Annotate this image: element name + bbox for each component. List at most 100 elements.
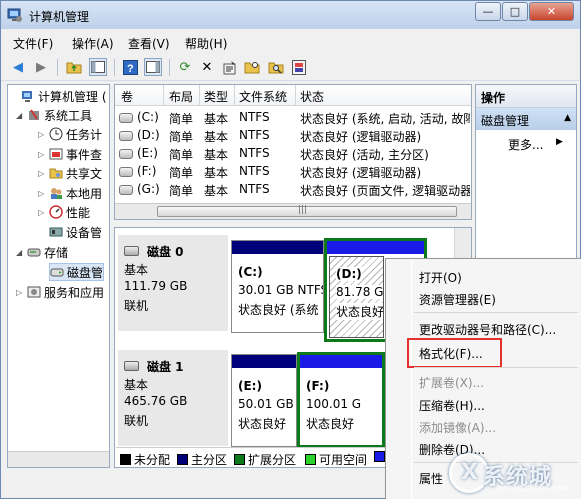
- collapse-arrow-icon[interactable]: ▲: [564, 113, 571, 123]
- tree-item-storage[interactable]: ◢ 存储: [16, 243, 68, 261]
- legend-label: 扩展分区: [248, 453, 297, 467]
- drive-icon: [119, 131, 133, 141]
- scrollbar-grip: |||: [298, 205, 308, 215]
- svg-text:?: ?: [127, 63, 134, 75]
- expand-triangle-icon[interactable]: ▷: [16, 288, 25, 297]
- filesystem-cell: NTFS: [239, 182, 270, 196]
- expand-triangle-icon[interactable]: ▷: [38, 189, 47, 198]
- menu-item-properties[interactable]: 属性: [419, 470, 443, 487]
- column-header-type[interactable]: 类型: [204, 88, 228, 105]
- collapse-triangle-icon[interactable]: ◢: [16, 111, 25, 120]
- expand-triangle-icon[interactable]: ▷: [38, 150, 47, 159]
- menu-view[interactable]: 查看(V): [128, 35, 170, 52]
- volume-row[interactable]: (E:) 简单 基本 NTFS 状态良好 (活动, 主分区): [115, 145, 471, 163]
- maximize-button[interactable]: □: [502, 2, 528, 21]
- partition-status: 状态良好: [306, 417, 355, 431]
- tree-item-performance[interactable]: ▷ 性能: [38, 203, 90, 221]
- actions-header: 操作: [476, 85, 576, 108]
- local-users-icon: [51, 188, 62, 199]
- title-bar[interactable]: 计算机管理 — □ ✕: [1, 1, 580, 29]
- volume-row[interactable]: (G:) 简单 基本 NTFS 状态良好 (页面文件, 逻辑驱动器: [115, 181, 471, 199]
- refresh-icon[interactable]: ⟳: [176, 58, 194, 76]
- menu-bar: 文件(F) 操作(A) 查看(V) 帮助(H): [1, 31, 580, 53]
- column-header-layout[interactable]: 布局: [169, 88, 193, 105]
- tree-item-disk-management[interactable]: 磁盘管: [49, 263, 105, 281]
- tree-item-services-and-apps[interactable]: ▷ 服务和应用: [16, 283, 104, 301]
- menu-item-open[interactable]: 打开(O): [419, 269, 462, 286]
- expand-triangle-icon[interactable]: ▷: [38, 169, 47, 178]
- filesystem-cell: NTFS: [239, 110, 270, 124]
- tree-item-local-users[interactable]: ▷ 本地用: [38, 184, 102, 202]
- show-hide-console-tree-icon[interactable]: [89, 58, 107, 76]
- partition-e[interactable]: (E:) 50.01 GB 状态良好: [231, 354, 297, 447]
- partition-d-selected[interactable]: (D:) 81.78 GB 状态良好: [329, 256, 384, 338]
- tree-item-event-viewer[interactable]: ▷ 事件查: [38, 145, 102, 163]
- menu-file[interactable]: 文件(F): [13, 35, 53, 52]
- partition-status: 状态良好 (系统: [238, 303, 319, 317]
- scrollbar-thumb[interactable]: |||: [157, 205, 457, 217]
- back-arrow-icon[interactable]: ◀: [9, 58, 27, 76]
- status-cell: 状态良好 (逻辑驱动器): [300, 166, 422, 180]
- tree-label: 性能: [66, 205, 91, 220]
- menu-item-extend-volume[interactable]: 扩展卷(X)...: [419, 374, 484, 391]
- tree-item-system-tools[interactable]: ◢ 系统工具: [16, 106, 92, 124]
- expand-triangle-icon[interactable]: ▷: [38, 208, 47, 217]
- toolbar-separator: [57, 59, 58, 76]
- disk-properties-icon[interactable]: [290, 58, 308, 76]
- legend-extended: 扩展分区: [234, 451, 297, 467]
- volume-row[interactable]: (D:) 简单 基本 NTFS 状态良好 (逻辑驱动器): [115, 127, 471, 145]
- legend-label: 未分配: [134, 453, 171, 467]
- tree-item-task-scheduler[interactable]: ▷ 任务计: [38, 125, 102, 143]
- tree-horizontal-scrollbar[interactable]: [8, 451, 109, 467]
- menu-item-shrink-volume[interactable]: 压缩卷(H)...: [419, 397, 485, 414]
- menu-action[interactable]: 操作(A): [72, 35, 114, 52]
- actions-section-label: 磁盘管理: [481, 114, 530, 128]
- properties-icon[interactable]: [220, 58, 238, 76]
- search-icon[interactable]: [267, 58, 285, 76]
- collapse-triangle-icon[interactable]: ◢: [16, 248, 25, 257]
- disk-state: 联机: [124, 414, 149, 428]
- disk-management-icon: [50, 268, 64, 277]
- volume-cell: (C:): [137, 110, 159, 124]
- disk-type: 基本: [124, 263, 149, 277]
- forward-arrow-icon[interactable]: ▶: [32, 58, 50, 76]
- actions-section-disk-management[interactable]: 磁盘管理 ▲: [476, 108, 576, 130]
- open-folder-icon[interactable]: [243, 58, 261, 76]
- minimize-button[interactable]: —: [475, 2, 501, 21]
- disk-type: 基本: [124, 378, 149, 392]
- menu-help[interactable]: 帮助(H): [185, 35, 227, 52]
- tree-item-device-manager[interactable]: 设备管: [49, 223, 102, 241]
- legend-free-space: 可用空间: [305, 451, 367, 467]
- legend-unallocated: 未分配: [120, 451, 171, 467]
- computer-management-window: 计算机管理 — □ ✕ 文件(F) 操作(A) 查看(V) 帮助(H) ◀ ▶ …: [0, 0, 581, 499]
- delete-icon[interactable]: ✕: [198, 58, 216, 76]
- menu-item-explore[interactable]: 资源管理器(E): [419, 291, 496, 308]
- volume-cell: (F:): [137, 164, 157, 178]
- column-header-volume[interactable]: 卷: [121, 88, 133, 105]
- column-header-filesystem[interactable]: 文件系统: [239, 88, 287, 105]
- disk-1-info[interactable]: 磁盘 1 基本 465.76 GB 联机: [118, 350, 228, 446]
- expand-triangle-icon[interactable]: ▷: [38, 130, 47, 139]
- tree-item-computer-management[interactable]: 计算机管理 (: [10, 87, 107, 105]
- up-folder-icon[interactable]: [65, 58, 83, 76]
- column-header-status[interactable]: 状态: [300, 88, 324, 105]
- partition-c[interactable]: (C:) 30.01 GB NTFS 状态良好 (系统: [231, 240, 324, 333]
- tree-label: 设备管: [66, 225, 103, 240]
- volume-list-horizontal-scrollbar[interactable]: |||: [115, 203, 471, 219]
- close-button[interactable]: ✕: [529, 2, 574, 21]
- tree-item-shared-folders[interactable]: ▷ 共享文: [38, 164, 102, 182]
- help-icon[interactable]: ?: [121, 58, 139, 76]
- menu-item-add-mirror[interactable]: 添加镜像(A)...: [419, 419, 496, 436]
- layout-cell: 简单: [169, 112, 194, 126]
- disk-0-info[interactable]: 磁盘 0 基本 111.79 GB 联机: [118, 235, 228, 331]
- extended-partition: (F:) 100.01 G 状态良好: [297, 352, 385, 448]
- disk-name: 磁盘 1: [147, 360, 184, 374]
- show-hide-action-pane-icon[interactable]: [144, 58, 162, 76]
- more-actions-link[interactable]: 更多... ▶: [508, 136, 563, 153]
- drive-icon: [119, 113, 133, 123]
- menu-item-change-drive-letter[interactable]: 更改驱动器号和路径(C)...: [419, 321, 556, 338]
- volume-row[interactable]: (C:) 简单 基本 NTFS 状态良好 (系统, 启动, 活动, 故障: [115, 109, 471, 127]
- type-cell: 基本: [204, 166, 229, 180]
- logical-drive-bar: [327, 241, 424, 254]
- volume-row[interactable]: (F:) 简单 基本 NTFS 状态良好 (逻辑驱动器): [115, 163, 471, 181]
